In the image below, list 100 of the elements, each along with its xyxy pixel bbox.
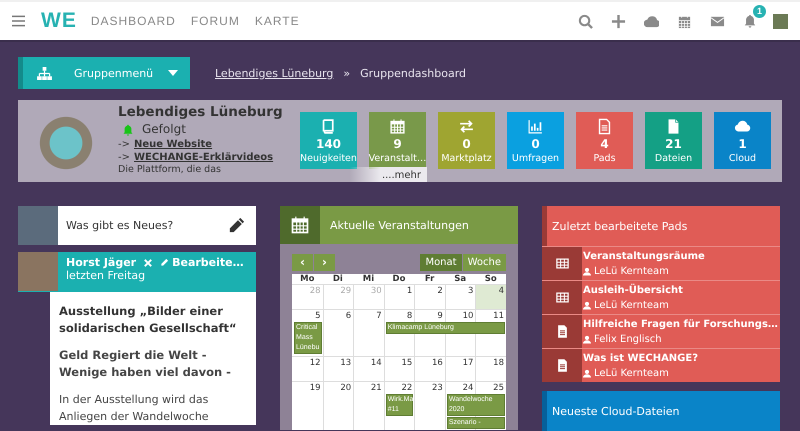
pad-author: LeLü Kernteam [594,264,669,278]
calendar-day[interactable]: 19 [292,382,323,394]
calendar-day[interactable]: 14 [354,357,384,381]
breadcrumb-separator: » [343,66,350,80]
calendar-icon[interactable] [677,14,692,28]
calendar-day[interactable]: 1 [384,285,414,309]
user-icon [583,334,591,344]
next-button[interactable]: › [314,254,335,271]
link-prefix: -> [118,138,130,151]
pad-item[interactable]: Ausleih-Übersicht LeLü Kernteam [542,280,780,314]
link-prefix: -> [118,151,130,164]
calendar-day[interactable]: 7 [354,310,384,322]
sitemap-icon [37,66,52,80]
pad-title: Was ist WECHANGE? [583,352,698,366]
bar-chart-icon [527,118,544,135]
stat-tile[interactable]: 4 Pads [576,112,633,169]
calendar-day[interactable]: 9 [415,310,445,322]
view-tab[interactable]: Monat [420,254,462,271]
user-icon [583,368,591,378]
more-link[interactable]: ....mehr [350,167,427,182]
calendar-day[interactable]: 23 [415,382,445,394]
calendar-day[interactable]: 21 [354,382,384,394]
pad-item[interactable]: Was ist WECHANGE? LeLü Kernteam [542,348,780,382]
weekday-label: Do [392,274,406,284]
panel-title: Zuletzt bearbeitete Pads [551,218,688,234]
description-link[interactable]: Neue Website [134,138,212,151]
post-subtitle: Geld Regiert die Welt - Wenige haben viel davon - [59,347,232,381]
stat-tile[interactable]: 0 Umfragen [507,112,564,169]
calendar-day[interactable]: 22 [384,382,414,394]
calendar-day[interactable]: 20 [324,382,354,394]
calendar-day[interactable]: 16 [415,357,445,381]
nav-link[interactable]: DASHBOARD [90,14,176,28]
calendar-day[interactable]: 4 [476,285,506,309]
calendar-icon [290,215,310,235]
stat-tile[interactable]: 1 Cloud [714,112,771,169]
pad-title: Hilfreiche Fragen für Forschungs… [583,318,778,332]
calendar-day[interactable]: 17 [446,357,476,381]
description-link[interactable]: WECHANGE-Erklärvideos [134,151,274,164]
document-icon [596,118,613,135]
avatar-placeholder [18,206,58,245]
pencil-icon[interactable] [227,216,246,235]
search-icon[interactable] [578,14,593,28]
avatar-placeholder [18,252,58,291]
post-title: Ausstellung „Bilder einer solidarischen Gesellschaft“ [59,303,238,337]
pad-author: Felix Englisch [594,332,662,346]
pad-author: LeLü Kernteam [594,298,669,312]
calendar-day[interactable]: 12 [292,357,323,381]
calendar-day[interactable]: 18 [476,357,506,381]
table-icon [554,256,570,271]
table-icon [554,290,570,305]
pad-author: LeLü Kernteam [594,366,669,380]
previous-button[interactable]: ‹ [292,254,313,271]
view-tab[interactable]: Woche [462,254,506,271]
status-input-field[interactable]: Was gibt es Neues? [58,206,256,245]
stat-tile[interactable]: 21 Dateien [645,112,702,169]
pad-item[interactable]: Veranstaltungsräume LeLü Kernteam [542,246,780,280]
weekday-label: Mi [362,274,376,284]
post-text: In der Ausstellung wird das Anliegen der Wandelwoche [59,392,210,425]
breadcrumb-link[interactable]: Lebendiges Lüneburg [215,66,334,80]
calendar-day[interactable]: 11 [476,310,506,322]
calendar-day[interactable]: 6 [324,310,354,322]
calendar-day[interactable]: 10 [446,310,476,322]
pad-title: Veranstaltungsräume [583,250,705,264]
follow-status[interactable]: Gefolgt [142,122,186,137]
bell-icon [122,124,134,136]
close-icon[interactable] [144,258,152,266]
nav-link[interactable]: KARTE [254,14,300,28]
nav-link[interactable]: FORUM [190,14,240,28]
calendar-day[interactable]: 25 [476,382,506,394]
avatar-placeholder[interactable] [773,14,788,28]
calendar-day[interactable]: 15 [384,357,414,381]
bell-icon[interactable] [743,14,757,28]
weekday-label: Fr [424,274,436,284]
group-description: Die Plattform, die das [118,164,222,175]
notification-badge: 1 [753,5,766,18]
menu-icon[interactable] [12,15,25,27]
post-time: letzten Freitag [66,269,146,282]
panel-title: Neueste Cloud-Dateien [551,404,681,420]
group-name: Lebendiges Lüneburg [118,104,284,121]
pencil-icon [160,258,170,267]
calendar-day[interactable]: 5 [292,310,323,322]
weekday-label: So [484,274,498,284]
calendar-day[interactable]: 13 [324,357,354,381]
calendar-day[interactable]: 8 [384,310,414,322]
weekday-label: Di [332,274,344,284]
pad-title: Ausleih-Übersicht [583,282,683,298]
status-input[interactable]: Was gibt es Neues? [66,219,227,232]
calendar-day[interactable]: 3 [446,285,476,309]
cloud-icon[interactable] [644,14,659,28]
weekday-label: Mo [299,274,316,284]
plus-icon[interactable] [611,14,626,28]
calendar-day[interactable]: 24 [446,382,476,394]
breadcrumb-current: Gruppendashboard [360,66,466,80]
user-icon [583,300,591,310]
weekday-label: Sa [453,274,468,284]
calendar-icon [389,118,406,135]
arrows-icon [458,118,475,135]
panel-title: Aktuelle Veranstaltungen [330,218,469,232]
calendar-day[interactable]: 2 [415,285,445,309]
pad-item[interactable]: Hilfreiche Fragen für Forschungs… Felix Englisch [542,314,780,348]
